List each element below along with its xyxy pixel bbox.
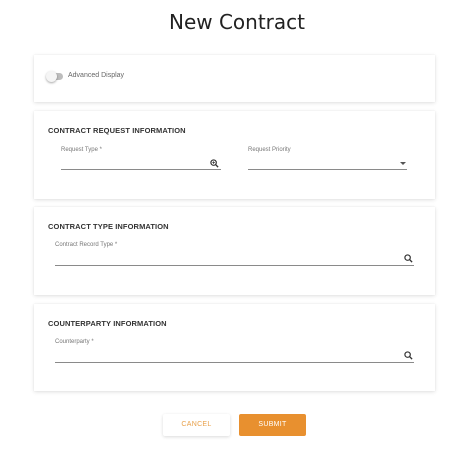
request-type-field[interactable] xyxy=(61,156,221,170)
search-icon[interactable] xyxy=(404,351,413,360)
cancel-button[interactable]: CANCEL xyxy=(163,414,230,436)
toggle-knob xyxy=(46,71,57,82)
zoom-search-icon[interactable] xyxy=(210,159,219,168)
submit-button[interactable]: SUBMIT xyxy=(239,414,306,436)
request-priority-underline xyxy=(248,169,407,170)
search-icon[interactable] xyxy=(404,254,413,263)
counterparty-field[interactable] xyxy=(55,348,414,362)
contract-type-card: CONTRACT TYPE INFORMATION Contract Recor… xyxy=(34,207,435,295)
contract-type-title: CONTRACT TYPE INFORMATION xyxy=(48,222,169,231)
request-type-underline xyxy=(61,169,221,170)
page-title: New Contract xyxy=(168,10,305,34)
request-priority-select[interactable] xyxy=(248,156,407,170)
counterparty-card: COUNTERPARTY INFORMATION Counterparty * xyxy=(34,304,435,391)
dropdown-caret-icon[interactable] xyxy=(400,162,406,165)
contract-record-type-underline xyxy=(55,265,414,266)
advanced-display-label: Advanced Display xyxy=(68,72,125,79)
counterparty-underline xyxy=(55,362,414,363)
contract-record-type-label: Contract Record Type * xyxy=(55,242,118,248)
contract-record-type-field[interactable] xyxy=(55,251,414,265)
advanced-display-toggle[interactable] xyxy=(46,71,63,82)
request-priority-label: Request Priority xyxy=(248,147,291,153)
request-type-label: Request Type * xyxy=(61,147,102,153)
contract-request-card: CONTRACT REQUEST INFORMATION Request Typ… xyxy=(34,111,435,199)
contract-request-title: CONTRACT REQUEST INFORMATION xyxy=(48,126,186,135)
display-options-card: Advanced Display xyxy=(34,55,435,102)
counterparty-title: COUNTERPARTY INFORMATION xyxy=(48,319,167,328)
counterparty-label: Counterparty * xyxy=(55,339,94,345)
